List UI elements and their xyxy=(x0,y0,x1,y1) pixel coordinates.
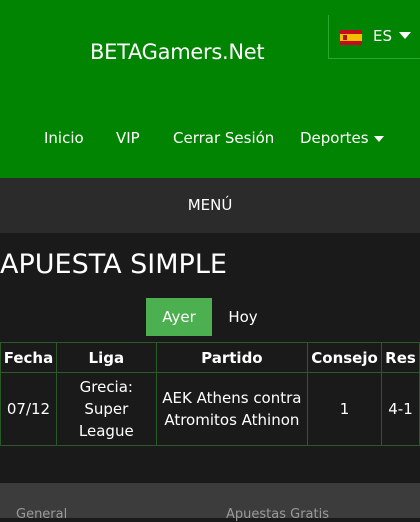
site-title[interactable]: BETAGamers.Net xyxy=(90,40,265,64)
footer-apuestas-gratis-link[interactable]: Apuestas Gratis xyxy=(226,507,329,522)
column-header-partido: Partido xyxy=(155,342,309,373)
nav-inicio[interactable]: Inicio xyxy=(44,129,84,147)
language-code: ES xyxy=(373,27,392,45)
cell-res: 4-1 xyxy=(381,372,420,446)
site-header: BETAGamers.Net ES Inicio VIP Cerrar Sesi… xyxy=(0,0,420,178)
cell-fecha: 07/12 xyxy=(0,372,57,446)
tab-hoy[interactable]: Hoy xyxy=(216,298,270,336)
footer-general-link[interactable]: General xyxy=(16,507,67,522)
menu-toggle[interactable]: MENÚ xyxy=(0,178,420,233)
nav-cerrar-sesion[interactable]: Cerrar Sesión xyxy=(173,129,274,147)
nav-deportes-label: Deportes xyxy=(300,129,369,147)
column-header-res: Res xyxy=(381,342,420,373)
tab-ayer[interactable]: Ayer xyxy=(146,298,212,336)
caret-down-icon xyxy=(399,32,411,39)
spain-flag-icon xyxy=(340,30,362,45)
column-header-liga: Liga xyxy=(55,342,157,373)
table-header-row: Fecha Liga Partido Consejo Res xyxy=(0,342,420,373)
cell-consejo: 1 xyxy=(307,372,383,446)
column-header-consejo: Consejo xyxy=(307,342,383,373)
footer: General Apuestas Gratis xyxy=(0,483,420,522)
column-header-fecha: Fecha xyxy=(0,342,57,373)
caret-down-icon xyxy=(373,135,384,142)
page-title: APUESTA SIMPLE xyxy=(0,249,227,280)
nav-vip[interactable]: VIP xyxy=(116,129,140,147)
nav-deportes[interactable]: Deportes xyxy=(300,129,384,147)
bets-table: Fecha Liga Partido Consejo Res 07/12 Gre… xyxy=(0,342,420,446)
cell-partido: AEK Athens contra Atromitos Athinon xyxy=(155,372,309,446)
cell-liga: Grecia: Super League xyxy=(55,372,157,446)
table-row: 07/12 Grecia: Super League AEK Athens co… xyxy=(0,372,420,446)
language-selector[interactable]: ES xyxy=(328,15,420,59)
